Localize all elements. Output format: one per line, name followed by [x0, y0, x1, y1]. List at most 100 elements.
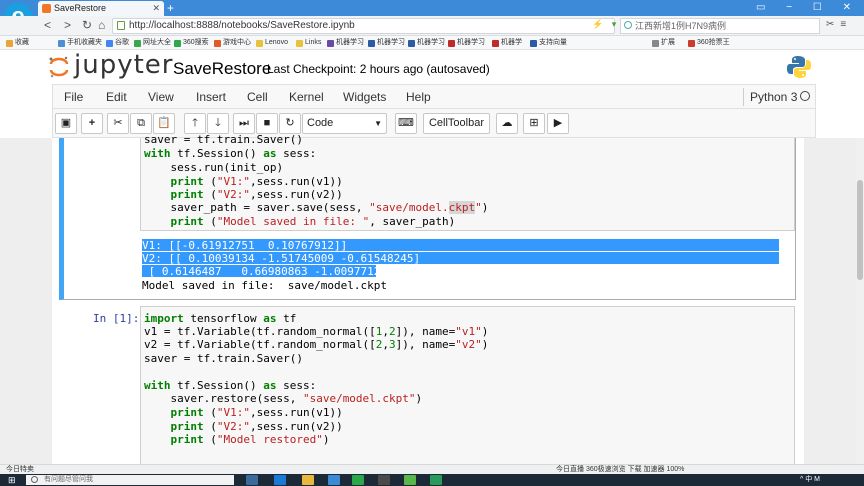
- copy-icon[interactable]: ⧉: [130, 113, 152, 134]
- bookmark-item[interactable]: 游戏中心: [214, 37, 251, 49]
- code-line: print ("Model restored"): [170, 433, 330, 446]
- system-tray[interactable]: ^ 中 M: [800, 475, 820, 485]
- bookmark-item[interactable]: 收藏: [6, 37, 29, 49]
- menu-file[interactable]: File: [64, 90, 83, 104]
- address-bar: < > ↻ ⌂ http://localhost:8888/notebooks/…: [0, 16, 864, 36]
- cell-type-select[interactable]: Code ▼: [302, 113, 387, 134]
- bookmark-item[interactable]: 机器学习: [448, 37, 485, 49]
- jupyter-logo-icon[interactable]: [48, 56, 70, 78]
- upload-icon[interactable]: ☁: [496, 113, 518, 134]
- menu-view[interactable]: View: [148, 90, 174, 104]
- code-line: saver.restore(sess, "save/model.ckpt"): [144, 392, 423, 405]
- code-line: v2 = tf.Variable(tf.random_normal([2,3])…: [144, 338, 489, 351]
- bookmark-item[interactable]: 手机收藏夹: [58, 37, 102, 49]
- insert-cell-icon[interactable]: +: [81, 113, 103, 134]
- code-line: saver_path = saver.save(sess, "save/mode…: [144, 201, 489, 214]
- restart-icon[interactable]: ↻: [279, 113, 301, 134]
- cortana-icon: [31, 476, 38, 483]
- notebook-name[interactable]: SaveRestore: [173, 59, 271, 79]
- taskbar-search-input[interactable]: 有问题尽管问我: [26, 475, 234, 485]
- store-icon[interactable]: [328, 475, 340, 485]
- output-line[interactable]: V1: [[-0.61912751 0.10767912]]: [142, 239, 347, 252]
- code-line: import tensorflow as tf: [144, 312, 297, 325]
- run-cell-icon[interactable]: ⏭: [233, 113, 255, 134]
- status-right[interactable]: 今日直播 360极速浏览 下载 加速器 100%: [556, 465, 684, 474]
- code-line: with tf.Session() as sess:: [144, 379, 317, 392]
- code-line: v1 = tf.Variable(tf.random_normal([1,2])…: [144, 325, 489, 338]
- bookmarks-bar: 收藏 手机收藏夹 谷歌 网址大全 360搜索 游戏中心 Lenovo Links…: [0, 36, 864, 50]
- browser-menu-icons[interactable]: ✂≡: [826, 19, 852, 30]
- task-view-icon[interactable]: [246, 475, 258, 485]
- scrollbar-thumb[interactable]: [857, 180, 863, 280]
- browser-status-bar: 今日特卖 今日直播 360极速浏览 下载 加速器 100%: [0, 464, 864, 474]
- menubar: File Edit View Insert Cell Kernel Widget…: [52, 84, 816, 108]
- kernel-name: Python 3: [750, 90, 798, 104]
- bookmark-item[interactable]: 扩展: [652, 37, 675, 49]
- taskbar-app-icon[interactable]: [378, 475, 390, 485]
- new-tab-button[interactable]: +: [167, 1, 174, 15]
- close-tab-icon[interactable]: ✕: [152, 1, 160, 16]
- reload-icon[interactable]: ↻: [82, 18, 92, 32]
- python-logo-icon: [787, 56, 811, 78]
- keyboard-icon[interactable]: ⌨: [395, 113, 417, 134]
- cut-icon[interactable]: ✂: [107, 113, 129, 134]
- camtasia-icon[interactable]: [404, 475, 416, 485]
- window-controls[interactable]: ▭ − ☐ ✕: [756, 0, 860, 15]
- code-line: print ("V2:",sess.run(v2)): [170, 188, 343, 201]
- code-line: print ("V1:",sess.run(v1)): [170, 406, 343, 419]
- code-line: print ("Model saved in file: ", saver_pa…: [170, 215, 456, 228]
- save-icon[interactable]: ▣: [55, 113, 77, 134]
- bookmark-item[interactable]: 谷歌: [106, 37, 129, 49]
- edge-icon[interactable]: [274, 475, 286, 485]
- url-input[interactable]: http://localhost:8888/notebooks/SaveRest…: [112, 18, 615, 34]
- menu-kernel[interactable]: Kernel: [289, 90, 324, 104]
- back-icon[interactable]: <: [44, 18, 51, 32]
- pycharm-icon[interactable]: [430, 475, 442, 485]
- output-line[interactable]: V2: [[ 0.10039134 -1.51745009 -0.6154824…: [142, 252, 420, 265]
- page-icon: [117, 21, 125, 30]
- windows-taskbar: ⊞ 有问题尽管问我 ^ 中 M: [0, 474, 864, 486]
- bookmark-item[interactable]: 机器学习: [327, 37, 364, 49]
- paste-icon[interactable]: 📋: [153, 113, 175, 134]
- explorer-icon[interactable]: [302, 475, 314, 485]
- forward-icon[interactable]: >: [64, 18, 71, 32]
- checkpoint-status: Last Checkpoint: 2 hours ago (autosaved): [267, 62, 490, 76]
- video-icon[interactable]: ▶: [547, 113, 569, 134]
- browser-search-input[interactable]: 江西新增1例H7N9病例: [620, 18, 820, 34]
- code-line: sess.run(init_op): [144, 161, 284, 174]
- celltoolbar-button[interactable]: CellToolbar: [423, 113, 490, 134]
- output-line[interactable]: Model saved in file: save/model.ckpt: [142, 279, 387, 292]
- windows-start-icon[interactable]: ⊞: [8, 475, 16, 485]
- url-text: http://localhost:8888/notebooks/SaveRest…: [129, 20, 355, 31]
- menu-insert[interactable]: Insert: [196, 90, 226, 104]
- move-down-icon[interactable]: 🡓: [207, 113, 229, 134]
- status-left[interactable]: 今日特卖: [6, 465, 34, 474]
- bookmark-item[interactable]: Links: [296, 37, 321, 49]
- output-line[interactable]: [ 0.6146487 0.66980863 -1.00977123]]: [142, 265, 401, 278]
- bookmark-item[interactable]: 360搜索: [174, 37, 209, 49]
- bookmark-item[interactable]: 支持向量: [530, 37, 567, 49]
- code-line: with tf.Session() as sess:: [144, 147, 317, 160]
- bookmark-item[interactable]: 360抢票王: [688, 37, 730, 49]
- bookmark-item[interactable]: 机器学: [492, 37, 522, 49]
- jupyter-logo-text[interactable]: jupyter: [74, 50, 173, 80]
- browser-tab-title: SaveRestore: [54, 3, 107, 13]
- bookmark-item[interactable]: 机器学习: [368, 37, 405, 49]
- cell-prompt: In [1]:: [93, 312, 140, 325]
- menu-widgets[interactable]: Widgets: [343, 90, 386, 104]
- move-up-icon[interactable]: 🡑: [184, 113, 206, 134]
- browser-tab[interactable]: SaveRestore ✕: [38, 1, 164, 16]
- interrupt-icon[interactable]: ■: [256, 113, 278, 134]
- bookmark-item[interactable]: 网址大全: [134, 37, 171, 49]
- taskbar-search-placeholder: 有问题尽管问我: [44, 476, 93, 483]
- 360-browser-icon[interactable]: [352, 475, 364, 485]
- bookmark-item[interactable]: Lenovo: [256, 37, 288, 49]
- home-icon[interactable]: ⌂: [98, 18, 105, 32]
- bookmark-item[interactable]: 机器学习: [408, 37, 445, 49]
- search-icon: [624, 21, 632, 29]
- code-line: saver = tf.train.Saver(): [144, 352, 303, 365]
- menu-help[interactable]: Help: [406, 90, 431, 104]
- menu-edit[interactable]: Edit: [106, 90, 127, 104]
- menu-cell[interactable]: Cell: [247, 90, 268, 104]
- gift-icon[interactable]: ⊞: [523, 113, 545, 134]
